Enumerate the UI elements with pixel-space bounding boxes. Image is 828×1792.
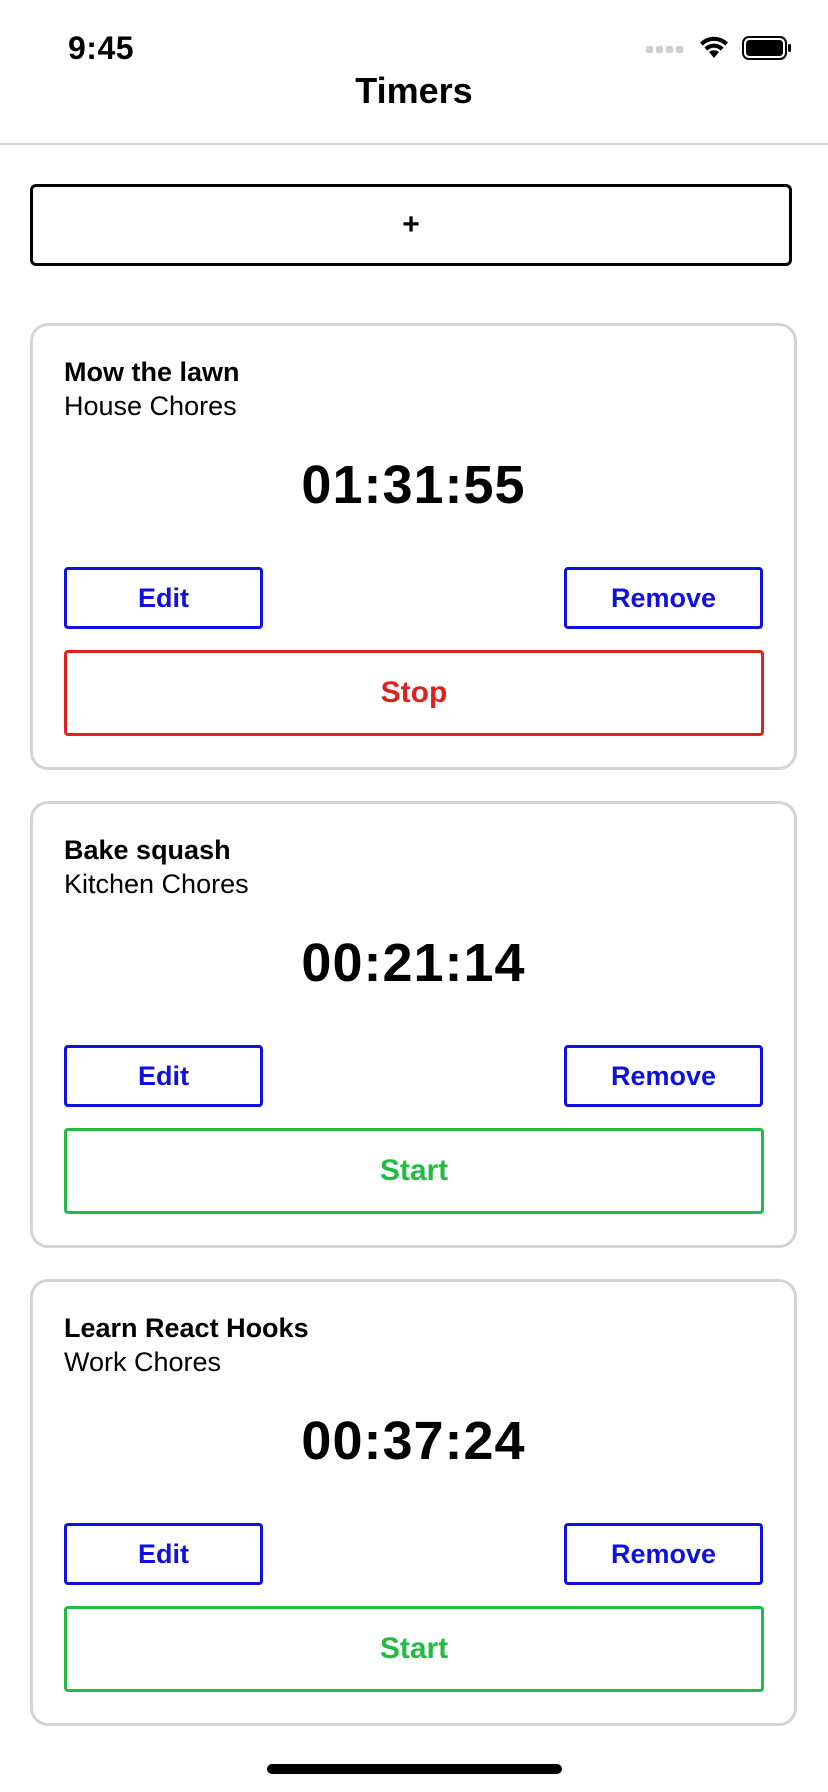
timer-card: Learn React Hooks Work Chores 00:37:24 E… — [30, 1279, 797, 1726]
battery-icon — [742, 36, 792, 65]
timer-title: Learn React Hooks — [64, 1313, 309, 1343]
timer-card: Bake squash Kitchen Chores 00:21:14 Edit… — [30, 801, 797, 1248]
cellular-signal-icon — [646, 42, 686, 60]
add-timer-button[interactable]: + — [30, 184, 792, 266]
status-time: 9:45 — [68, 30, 135, 66]
timer-title: Bake squash — [64, 835, 231, 865]
timer-project: Kitchen Chores — [64, 869, 249, 899]
page-title: Timers — [355, 70, 473, 111]
timer-title: Mow the lawn — [64, 357, 240, 387]
edit-button[interactable]: Edit — [64, 1045, 263, 1107]
timer-elapsed: 00:21:14 — [301, 933, 526, 993]
timer-card: Mow the lawn House Chores 01:31:55 Edit … — [30, 323, 797, 770]
remove-button[interactable]: Remove — [564, 567, 763, 629]
stop-button[interactable]: Stop — [64, 650, 764, 736]
edit-button[interactable]: Edit — [64, 567, 263, 629]
edit-button[interactable]: Edit — [64, 1523, 263, 1585]
timer-elapsed: 01:31:55 — [301, 455, 526, 515]
home-indicator[interactable] — [267, 1764, 562, 1774]
wifi-icon — [698, 36, 730, 65]
start-button[interactable]: Start — [64, 1606, 764, 1692]
remove-button[interactable]: Remove — [564, 1523, 763, 1585]
navigation-bar: Timers — [0, 70, 828, 145]
remove-button[interactable]: Remove — [564, 1045, 763, 1107]
status-icons — [646, 36, 792, 65]
timer-project: Work Chores — [64, 1347, 222, 1377]
start-button[interactable]: Start — [64, 1128, 764, 1214]
timer-project: House Chores — [64, 391, 237, 421]
timer-elapsed: 00:37:24 — [301, 1411, 526, 1471]
